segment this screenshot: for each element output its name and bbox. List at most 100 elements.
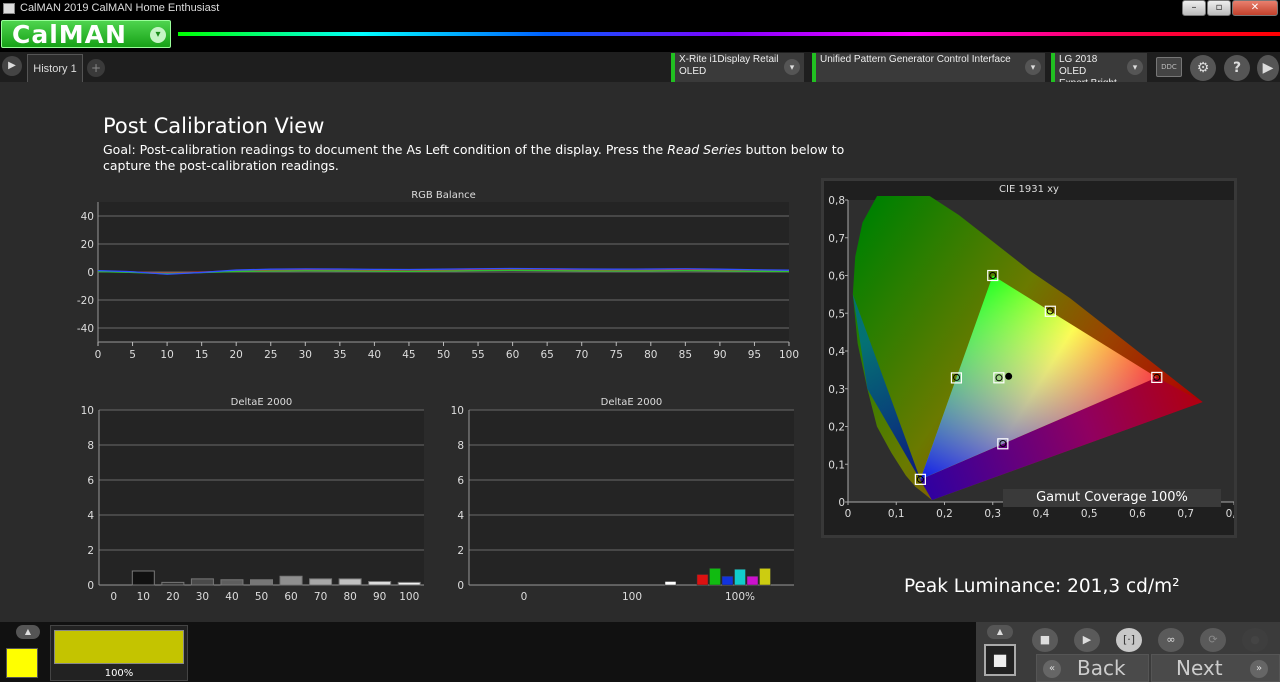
deltae-color-bar-1 — [696, 574, 709, 586]
deltae-color-bar-3 — [721, 576, 734, 586]
patch-panel[interactable]: 100% — [50, 625, 188, 681]
cie-1931-chart: 0,80,70,60,50,40,30,20,100 0,1 0,2 0,3 0,4 0,… — [828, 196, 1234, 520]
y-tick-label: 0,8 — [828, 196, 845, 207]
x-tick-label: 15 — [195, 349, 208, 361]
chevron-down-icon[interactable]: ▾ — [150, 27, 166, 43]
x-tick-label: 0,2 — [936, 508, 953, 520]
loop-icon[interactable]: ∞ — [1158, 628, 1184, 652]
source-selector[interactable]: Unified Pattern Generator Control Interf… — [812, 53, 1045, 82]
play-icon[interactable]: ▶ — [1074, 628, 1100, 652]
x-tick-label: 90 — [713, 349, 726, 361]
x-tick-label: 55 — [471, 349, 484, 361]
current-color-swatch — [6, 648, 38, 678]
y-tick-label: 0,2 — [828, 422, 845, 434]
back-arrow-icon: « — [1043, 660, 1061, 678]
ddc-monitor-icon[interactable]: DDC — [1156, 57, 1182, 77]
x-tick-label: 30 — [299, 349, 312, 361]
x-tick-label: 0,1 — [888, 508, 905, 520]
y-tick-label: 4 — [87, 510, 94, 522]
x-tick-label: 60 — [284, 591, 297, 602]
x-tick-label: 100% — [725, 591, 755, 602]
deltae-plot-area — [469, 410, 794, 585]
swatch-up-icon[interactable]: ▲ — [16, 625, 40, 639]
refresh-icon[interactable]: ⟳ — [1200, 628, 1226, 652]
deltae-bar-40 — [220, 579, 244, 586]
app-header: CalMAN ▾ — [0, 18, 1280, 52]
chevron-down-icon[interactable]: ▾ — [784, 59, 800, 75]
y-tick-label: 8 — [87, 440, 94, 452]
y-tick-label: 8 — [457, 440, 464, 452]
peak-luminance: Peak Luminance: 201,3 cd/m² — [904, 576, 1180, 597]
tab-history-1[interactable]: History 1 — [27, 54, 83, 82]
current-patch[interactable] — [54, 630, 184, 664]
deltae-plot-area — [99, 410, 424, 585]
deltae-color-chart: 10 8 6 4 2 0 0 100 100% — [451, 406, 794, 602]
deltae-color-bar-2 — [709, 568, 721, 586]
y-tick-label: -20 — [77, 295, 94, 307]
y-tick-label: 0,5 — [828, 308, 845, 320]
tab-next-arrow-icon[interactable]: ▶ — [1257, 55, 1279, 81]
tab-bar: ▶ History 1 + X-Rite i1Display Retail OL… — [0, 52, 1280, 89]
y-tick-label: 0,4 — [828, 346, 845, 358]
deltae-color-bar-5 — [746, 576, 759, 586]
y-tick-label: 6 — [87, 475, 94, 487]
read-series-icon[interactable]: [·] — [1116, 628, 1142, 652]
y-tick-label: 2 — [87, 545, 94, 557]
deltae-color-bar-6 — [759, 568, 771, 586]
display-selector[interactable]: LG 2018 OLED Expert Bright ▾ — [1051, 53, 1147, 89]
x-tick-label: 65 — [540, 349, 553, 361]
next-button[interactable]: Next » — [1151, 654, 1280, 682]
back-button[interactable]: « Back — [1036, 654, 1149, 682]
y-tick-label: 0,3 — [828, 384, 845, 396]
window-title: CalMAN 2019 CalMAN Home Enthusiast — [20, 2, 220, 14]
close-button[interactable]: ✕ — [1232, 0, 1278, 16]
panel-up-icon[interactable]: ▲ — [987, 625, 1013, 639]
y-tick-label: 2 — [457, 545, 464, 557]
x-tick-label: 60 — [506, 349, 519, 361]
add-tab-icon[interactable]: + — [87, 59, 105, 77]
y-tick-label: 0,1 — [828, 459, 845, 471]
title-bar: CalMAN 2019 CalMAN Home Enthusiast – ▫ ✕ — [0, 0, 1280, 18]
meter-selector[interactable]: X-Rite i1Display Retail OLED ▾ — [671, 53, 804, 82]
deltae-color-bar-4 — [734, 569, 746, 586]
x-tick-label: 0,7 — [1177, 508, 1194, 520]
x-tick-label: 0 — [521, 591, 528, 602]
stop-icon[interactable]: ■ — [1032, 628, 1058, 652]
source-name: Unified Pattern Generator Control Interf… — [820, 54, 1011, 65]
chevron-down-icon[interactable]: ▾ — [1127, 59, 1143, 75]
x-tick-label: 50 — [437, 349, 450, 361]
x-tick-label: 35 — [333, 349, 346, 361]
y-tick-label: 10 — [81, 406, 94, 417]
x-tick-label: 45 — [402, 349, 415, 361]
meter-name: X-Rite i1Display Retail — [679, 54, 779, 65]
maximize-button[interactable]: ▫ — [1207, 0, 1231, 16]
y-tick-label: 0 — [87, 267, 94, 279]
x-tick-label: 90 — [373, 591, 386, 602]
x-tick-label: 0 — [110, 591, 117, 602]
x-tick-label: 100 — [779, 349, 799, 361]
deltae-color-bar-0 — [664, 581, 677, 586]
minimize-button[interactable]: – — [1182, 0, 1206, 16]
settings-gear-icon[interactable]: ⚙ — [1190, 55, 1216, 81]
tab-nav-arrow-icon[interactable]: ▶ — [2, 56, 22, 76]
chevron-down-icon[interactable]: ▾ — [1025, 59, 1041, 75]
deltae-bar-80 — [338, 578, 362, 586]
goal-text-emphasis: Read Series — [667, 142, 742, 157]
y-tick-label: 0,6 — [828, 271, 845, 283]
cie-title: CIE 1931 xy — [999, 184, 1059, 195]
record-icon[interactable]: ● — [1242, 628, 1268, 652]
calman-logo-menu[interactable]: CalMAN ▾ — [1, 20, 171, 49]
rgb-balance-chart: 40 20 0 -20 -40 0 5 10 15 20 25 30 35 40 45 50 55 60 65 70 7… — [77, 202, 799, 361]
y-tick-label: 10 — [451, 406, 464, 417]
y-tick-label: 0 — [457, 580, 464, 592]
deltae-bar-50 — [250, 579, 273, 586]
y-tick-label: 0,7 — [828, 233, 845, 245]
help-icon[interactable]: ? — [1224, 55, 1250, 81]
goal-text-start: Goal: Post-calibration readings to docum… — [103, 142, 668, 157]
x-tick-label: 50 — [255, 591, 268, 602]
x-tick-label: 70 — [314, 591, 327, 602]
stop-measure-button[interactable]: ■ — [984, 644, 1016, 676]
x-tick-label: 5 — [129, 349, 136, 361]
deltae-greyscale-chart: 10864200 10 20 30 40 50 60 70 80 90 100 — [81, 406, 424, 602]
deltae-bar-10 — [131, 570, 155, 586]
